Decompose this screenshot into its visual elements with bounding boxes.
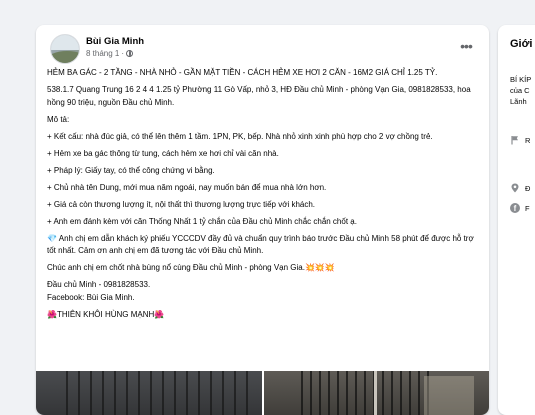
post-paragraph: Chúc anh chị em chốt nhà bùng nổ cùng Đầ… <box>47 263 335 272</box>
post-content: HẺM BA GÁC - 2 TẦNG - NHÀ NHỎ - GẦN MẶT … <box>47 67 479 326</box>
more-horizontal-icon: ••• <box>460 38 473 54</box>
post-author[interactable]: Bùi Gia Minh <box>86 36 144 47</box>
post-paragraph: + Kết cấu: nhà đúc giả, có thể lên thêm … <box>47 131 433 141</box>
sidebar-row-label: Đ <box>525 183 531 193</box>
post-paragraph: + Chủ nhà tên Dung, mới mua năm ngoái, n… <box>47 182 327 192</box>
more-options-button[interactable]: ••• <box>453 33 479 59</box>
facebook-icon: f <box>510 203 520 213</box>
post-paragraph: + Hẻm xe ba gác thông từ tung, cách hẻm … <box>47 148 279 158</box>
post-paragraph: + Pháp lý: Giấy tay, có thể công chứng v… <box>47 165 215 175</box>
feed-post: Bùi Gia Minh 8 tháng 1 · ••• HẺM BA GÁC … <box>36 25 489 415</box>
facebook-line: Facebook: Bùi Gia Minh. <box>47 292 135 302</box>
contact-line: Đầu chủ Minh - 0981828533. <box>47 280 151 289</box>
post-paragraph: + Giá cả còn thương lượng ít, nội thất t… <box>47 199 316 209</box>
sidebar-description: BÍ KÍP của C Lãnh <box>510 74 535 107</box>
meta-separator: · <box>121 49 125 58</box>
post-paragraph: 💎 Anh chị em dẫn khách ký phiếu YCCCDV đ… <box>47 233 474 256</box>
post-headline: HẺM BA GÁC - 2 TẦNG - NHÀ NHỎ - GẦN MẶT … <box>47 68 438 77</box>
sidebar-title: Giới <box>510 38 533 50</box>
post-photo[interactable] <box>264 371 489 415</box>
post-meta: 8 tháng 1 · <box>86 49 134 58</box>
sidebar-row-facebook[interactable]: f F <box>510 203 530 213</box>
sidebar-desc-line: của C <box>510 86 530 95</box>
sidebar-row-label: F <box>525 203 530 213</box>
sidebar-desc-line: BÍ KÍP <box>510 75 532 84</box>
post-photo[interactable] <box>36 371 262 415</box>
post-timestamp[interactable]: 8 tháng 1 <box>86 49 119 58</box>
post-paragraph: Mô tả: <box>47 114 70 124</box>
flag-icon <box>510 135 520 145</box>
location-pin-icon <box>510 183 520 193</box>
globe-icon <box>126 50 134 57</box>
sidebar-row-label: R <box>525 135 531 145</box>
post-paragraph: + Anh em đánh kèm với căn Thống Nhất 1 t… <box>47 216 357 226</box>
avatar[interactable] <box>50 34 80 64</box>
sidebar-desc-line: Lãnh <box>510 97 527 106</box>
post-paragraph: 538.1.7 Quang Trung 16 2 4 4 1.25 tỷ Phư… <box>47 85 471 107</box>
sidebar-row-page[interactable]: R <box>510 135 530 145</box>
sidebar-row-location[interactable]: Đ <box>510 183 530 193</box>
signature-line: 🌺THIÊN KHÔI HÙNG MẠNH🌺 <box>47 309 165 319</box>
intro-sidebar: Giới BÍ KÍP của C Lãnh R Đ f F <box>498 25 535 415</box>
